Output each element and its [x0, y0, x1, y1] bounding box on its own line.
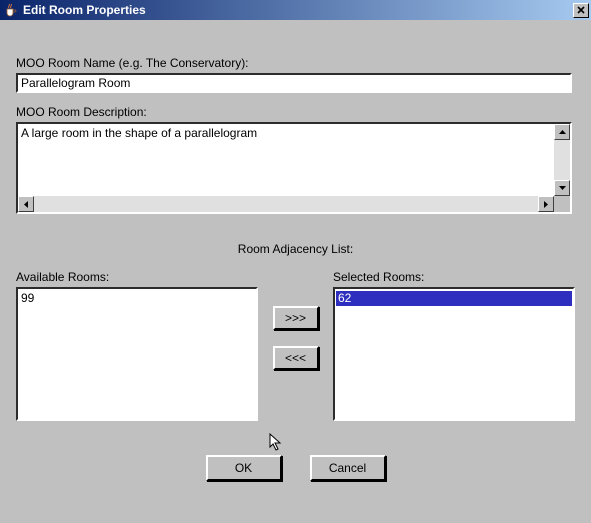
room-desc-field[interactable] — [16, 122, 572, 214]
list-item[interactable]: 99 — [19, 291, 255, 306]
scrollbar-corner — [554, 196, 570, 212]
ok-button[interactable]: OK — [206, 455, 282, 481]
available-column: Available Rooms: 99 — [16, 270, 258, 421]
close-button[interactable] — [573, 3, 589, 18]
window-title: Edit Room Properties — [23, 3, 146, 17]
room-name-input[interactable] — [16, 73, 572, 93]
move-buttons-column: >>> <<< — [258, 270, 333, 370]
dialog-footer: OK Cancel — [16, 455, 575, 481]
selected-column: Selected Rooms: 62 — [333, 270, 575, 421]
adjacency-heading: Room Adjacency List: — [16, 242, 575, 256]
scroll-up-icon[interactable] — [554, 124, 570, 140]
room-desc-label: MOO Room Description: — [16, 105, 575, 119]
room-name-label: MOO Room Name (e.g. The Conservatory): — [16, 56, 575, 70]
remove-room-button[interactable]: <<< — [273, 346, 319, 370]
add-room-button[interactable]: >>> — [273, 306, 319, 330]
scroll-track[interactable] — [554, 140, 570, 180]
scroll-track[interactable] — [34, 196, 538, 212]
available-rooms-label: Available Rooms: — [16, 270, 258, 284]
room-desc-textarea[interactable] — [18, 124, 554, 196]
selected-rooms-list[interactable]: 62 — [333, 287, 575, 421]
available-rooms-list[interactable]: 99 — [16, 287, 258, 421]
scroll-left-icon[interactable] — [18, 196, 34, 212]
dialog-content: MOO Room Name (e.g. The Conservatory): M… — [0, 20, 591, 491]
title-bar: Edit Room Properties — [0, 0, 591, 20]
desc-horizontal-scrollbar[interactable] — [18, 196, 570, 212]
desc-vertical-scrollbar[interactable] — [554, 124, 570, 196]
scroll-right-icon[interactable] — [538, 196, 554, 212]
cancel-button[interactable]: Cancel — [310, 455, 386, 481]
java-cup-icon — [3, 2, 19, 18]
selected-rooms-label: Selected Rooms: — [333, 270, 575, 284]
list-item[interactable]: 62 — [336, 291, 572, 306]
scroll-down-icon[interactable] — [554, 180, 570, 196]
